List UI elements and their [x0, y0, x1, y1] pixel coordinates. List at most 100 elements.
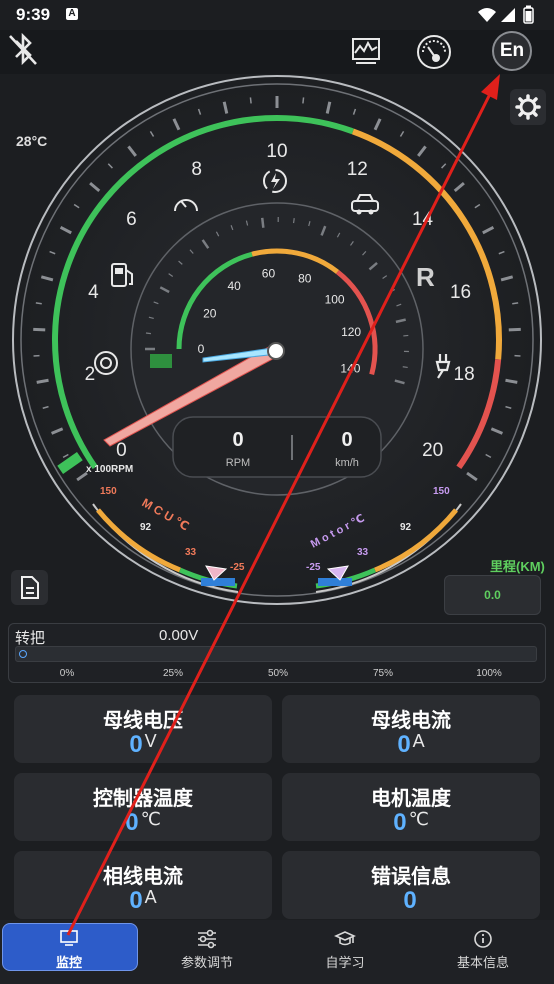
rpm-tick-label: 12: [347, 159, 368, 180]
rpm-tick-label: 8: [191, 159, 202, 180]
throttle-tick-75: 75%: [372, 668, 394, 679]
outer-tick: [36, 378, 49, 384]
card-unit: A: [144, 887, 157, 907]
notification-icon: A: [66, 8, 78, 20]
card-unit: V: [144, 731, 157, 751]
gauge-icon[interactable]: [414, 32, 454, 72]
card-value: 0: [393, 809, 407, 836]
mcu-tick-minus25: -25: [230, 562, 245, 573]
gear-indicator: R: [416, 262, 435, 292]
rpm-tick-label: 18: [454, 364, 475, 385]
document-icon: [21, 576, 39, 599]
bus-current-card: 母线电流 0A: [282, 695, 540, 763]
card-title: 错误信息: [371, 866, 451, 888]
throttle-value: 0.00V: [159, 627, 199, 644]
throttle-panel: 转把 0.00V 0% 25% 50% 75% 100%: [8, 623, 546, 683]
speed-tick-label: 60: [262, 266, 276, 280]
nav-tab-self-learning[interactable]: 自学习: [276, 920, 414, 984]
outer-tick: [35, 302, 42, 305]
speed-tick-label: 0: [198, 342, 205, 356]
inner-tick: [402, 366, 408, 369]
motor-tick-33: 33: [357, 547, 369, 558]
rpm-tick-label: 16: [450, 282, 471, 303]
nav-tab-parameters[interactable]: 参数调节: [138, 920, 276, 984]
nav-label: 基本信息: [456, 955, 509, 970]
needle-hub: [267, 342, 285, 360]
rpm-tick-label: 20: [422, 440, 443, 461]
rpm-tick-label: 14: [412, 209, 434, 230]
inner-tick: [403, 334, 409, 337]
nav-label: 监控: [55, 955, 82, 970]
throttle-progress-bar: [15, 646, 537, 662]
bottom-nav: 监控 参数调节 自学习 基本信息: [0, 920, 554, 984]
rpm-unit-label: x 100RPM: [86, 464, 133, 475]
card-value: 0: [403, 887, 417, 914]
top-bar: [0, 30, 554, 74]
status-icons: [478, 5, 534, 24]
card-value: 0: [397, 731, 411, 758]
motor-temp-bar: [318, 578, 352, 586]
speed-tick-label: 100: [325, 292, 345, 306]
throttle-tick-0: 0%: [59, 668, 75, 679]
outer-tick: [302, 97, 305, 104]
sliders-icon: [198, 929, 216, 949]
rpm-value: 0: [232, 429, 243, 451]
report-button[interactable]: [11, 570, 48, 605]
rpm-label: RPM: [226, 457, 250, 469]
throttle-tick-100: 100%: [476, 668, 502, 679]
card-title: 电机温度: [371, 788, 451, 810]
throttle-tick-25: 25%: [162, 668, 184, 679]
speed-tick-label: 80: [298, 271, 312, 285]
motor-tick-92: 92: [400, 522, 412, 533]
chart-monitor-icon[interactable]: [350, 36, 384, 66]
mcu-temp-bar: [201, 578, 235, 586]
card-unit: A: [412, 731, 425, 751]
controller-temp-card: 控制器温度 0 ℃: [14, 773, 272, 841]
motor-tick-150: 150: [433, 486, 450, 497]
rpm-tick-label: 2: [85, 364, 96, 385]
throttle-label: 转把: [15, 630, 46, 647]
mileage-label: 里程(KM): [490, 559, 545, 574]
card-unit: ℃: [408, 809, 429, 829]
rpm-tick-label: 4: [88, 282, 99, 303]
nav-tab-basic-info[interactable]: 基本信息: [414, 920, 552, 984]
nav-label: 自学习: [325, 955, 365, 970]
status-bar: 9:39 A: [0, 0, 554, 30]
throttle-tick-50: 50%: [267, 668, 289, 679]
nav-label: 参数调节: [180, 955, 233, 970]
speed-tick-label: 120: [341, 325, 361, 339]
nav-tab-monitor[interactable]: 监控: [0, 920, 138, 984]
language-toggle-button[interactable]: En: [492, 31, 532, 71]
outer-tick: [512, 302, 519, 305]
dashboard-gauge: 0 2 4 6 8 10 12 14 16 18 20 x 100RPM 0 20 40 60 80 100 1…: [12, 75, 542, 605]
speed-tick-label: 20: [203, 306, 217, 320]
inner-tick: [260, 217, 265, 228]
card-title: 相线电流: [103, 866, 183, 888]
inner-tick: [292, 218, 295, 224]
mcu-tick-92: 92: [140, 522, 152, 533]
outer-tick: [505, 378, 518, 384]
mcu-tick-150: 150: [100, 486, 117, 497]
card-value: 0: [129, 731, 143, 758]
mcu-tick-33: 33: [185, 547, 197, 558]
bluetooth-disabled-icon[interactable]: [6, 30, 40, 70]
card-title: 母线电流: [371, 710, 451, 732]
mileage-value: 0.0: [444, 575, 541, 615]
speed-tick-label: 140: [340, 362, 360, 376]
rpm-tick-label: 0: [116, 440, 127, 461]
inner-tick: [145, 332, 152, 335]
card-title: 控制器温度: [93, 788, 193, 810]
error-info-card: 错误信息 0: [282, 851, 540, 919]
card-value: 0: [125, 809, 139, 836]
rpm-tick-label: 10: [266, 141, 287, 162]
info-icon: [474, 930, 492, 948]
outer-tick: [249, 97, 252, 104]
speed-tick-label: 40: [228, 279, 242, 293]
speed-value: 0: [341, 429, 352, 451]
status-time: 9:39: [16, 5, 51, 24]
throttle-level-indicator: [19, 650, 27, 658]
phase-current-card: 相线电流 0A: [14, 851, 272, 919]
card-value: 0: [129, 887, 143, 914]
signal-icon: [501, 8, 515, 22]
motor-tick-minus25: -25: [306, 562, 321, 573]
